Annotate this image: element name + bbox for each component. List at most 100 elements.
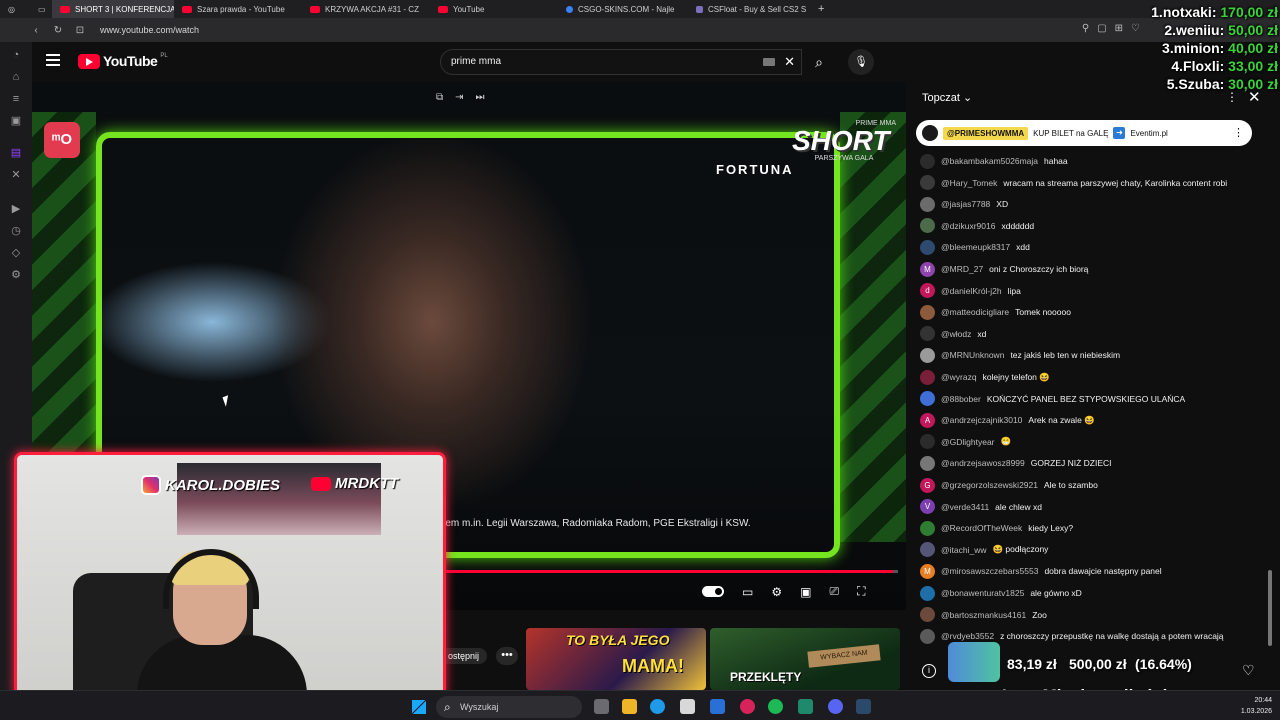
chat-message[interactable]: d @danielKról-j2h lipa bbox=[920, 282, 1021, 300]
tab[interactable]: KRZYWA AKCJA #31 - CZ bbox=[302, 0, 430, 18]
tab-actions-icon[interactable]: ▭ bbox=[30, 0, 52, 18]
chat-message[interactable]: @bartoszmankus4161 Zoo bbox=[920, 606, 1047, 624]
message-author[interactable]: @jasjas7788 bbox=[941, 199, 990, 209]
pin-icon[interactable]: ⚲ bbox=[1082, 23, 1089, 34]
avatar[interactable]: d bbox=[920, 283, 935, 299]
chat-message[interactable]: @matteodicigliare Tomek nooooo bbox=[920, 303, 1071, 321]
windows-start-icon[interactable] bbox=[412, 700, 426, 714]
message-author[interactable]: @wyrazq bbox=[941, 372, 977, 382]
chat-message[interactable]: @GDlightyear 😁 bbox=[920, 433, 1011, 451]
chat-message[interactable]: @88bober KOŃCZYĆ PANEL BEZ STYPOWSKIEGO U… bbox=[920, 390, 1185, 408]
more-vert-icon[interactable]: ⋮ bbox=[1233, 126, 1244, 139]
chat-message[interactable]: @bakambakam5026maja hahaa bbox=[920, 152, 1068, 170]
chat-message[interactable]: @MRNUnknown tez jakiś leb ten w niebieski… bbox=[920, 346, 1120, 364]
message-author[interactable]: @danielKról-j2h bbox=[941, 286, 1002, 296]
message-author[interactable]: @itachi_ww bbox=[941, 545, 986, 555]
settings-icon[interactable]: ⚙ bbox=[9, 268, 23, 282]
chat-message[interactable]: @RecordOfTheWeek kiedy Lexy? bbox=[920, 519, 1073, 537]
share-button[interactable]: ostępnij bbox=[440, 648, 488, 664]
message-author[interactable]: @bleemeupk8317 bbox=[941, 242, 1010, 252]
youtube-logo[interactable]: YouTube PL bbox=[78, 53, 168, 69]
subtitles-icon[interactable]: ▭ bbox=[742, 585, 753, 599]
avatar[interactable] bbox=[920, 391, 935, 407]
message-author[interactable]: @bonawenturatv1825 bbox=[941, 588, 1024, 598]
autoplay-toggle[interactable] bbox=[702, 586, 724, 597]
avatar[interactable] bbox=[920, 628, 935, 644]
avatar[interactable] bbox=[920, 347, 935, 363]
discord-icon[interactable] bbox=[828, 699, 843, 714]
message-author[interactable]: @GDlightyear bbox=[941, 437, 995, 447]
search-button[interactable]: ⌕ bbox=[802, 49, 836, 75]
twitch-icon[interactable]: ▤ bbox=[9, 146, 23, 160]
chat-message[interactable]: G @grzegorzolszewski2921 Ale to szambo bbox=[920, 476, 1098, 494]
chat-message[interactable]: @włodz xd bbox=[920, 325, 986, 343]
chat-message[interactable]: @jasjas7788 XD bbox=[920, 195, 1008, 213]
message-author[interactable]: @MRNUnknown bbox=[941, 350, 1004, 360]
avatar[interactable] bbox=[920, 218, 935, 234]
search-input[interactable]: prime mma bbox=[451, 56, 501, 67]
more-actions-button[interactable]: ••• bbox=[496, 647, 518, 665]
opera-icon[interactable] bbox=[740, 699, 755, 714]
pinned-message[interactable]: @PRIMESHOWMMA KUP BILET na GALĘ ➜ Eventi… bbox=[916, 120, 1252, 146]
avatar[interactable] bbox=[920, 175, 935, 191]
edge-icon[interactable] bbox=[650, 699, 665, 714]
avatar[interactable] bbox=[920, 542, 935, 558]
url-field[interactable]: www.youtube.com/watch bbox=[100, 25, 199, 35]
new-tab-button[interactable]: + bbox=[810, 0, 832, 18]
heart-icon[interactable]: ♡ bbox=[1242, 662, 1255, 679]
store-icon[interactable] bbox=[680, 699, 695, 714]
info-icon[interactable]: i bbox=[922, 664, 936, 678]
next-icon[interactable]: ⏭ bbox=[476, 92, 485, 103]
browser-menu-icon[interactable]: ◎ bbox=[0, 0, 30, 18]
tab[interactable]: CSFloat - Buy & Sell CS2 S bbox=[688, 0, 810, 18]
layers-icon[interactable]: ≡ bbox=[9, 92, 23, 106]
chat-message[interactable]: @Hary_Tomek wracam na streama parszywej c… bbox=[920, 174, 1227, 192]
app-icon[interactable] bbox=[798, 699, 813, 714]
tab-active[interactable]: SHORT 3 | KONFERENCJA bbox=[52, 0, 174, 18]
avatar[interactable] bbox=[920, 304, 935, 320]
chat-mode-dropdown[interactable]: Topczat ⌄ bbox=[922, 91, 972, 104]
avatar[interactable]: M bbox=[920, 563, 935, 579]
x-icon[interactable]: ✕ bbox=[9, 168, 23, 182]
avatar[interactable] bbox=[920, 585, 935, 601]
fullscreen-icon[interactable]: ⛶ bbox=[857, 584, 865, 599]
avatar[interactable] bbox=[920, 607, 935, 623]
avatar[interactable]: G bbox=[920, 477, 935, 493]
reload-icon[interactable]: ↻ bbox=[50, 25, 66, 36]
avatar[interactable] bbox=[920, 153, 935, 169]
recommended-thumbnail[interactable]: TO BYŁA JEGO MAMA! bbox=[526, 628, 706, 690]
chat-message[interactable]: V @verde3411 ale chlew xd bbox=[920, 498, 1042, 516]
message-author[interactable]: @MRD_27 bbox=[941, 264, 983, 274]
recommended-thumbnail[interactable]: WYBACZ NAM PRZEKLĘTY bbox=[710, 628, 900, 690]
message-author[interactable]: @bartoszmankus4161 bbox=[941, 610, 1026, 620]
clock-icon[interactable]: ◷ bbox=[9, 224, 23, 238]
system-clock[interactable]: 20:44 1.03.2026 bbox=[1212, 695, 1272, 717]
avatar[interactable] bbox=[920, 455, 935, 471]
chat-scrollbar[interactable] bbox=[1268, 570, 1272, 646]
chat-message[interactable]: @dzikuxr9016 xdddddd bbox=[920, 217, 1034, 235]
voice-search-button[interactable]: 🎙 bbox=[848, 49, 874, 75]
message-author[interactable]: @włodz bbox=[941, 329, 971, 339]
menu-icon[interactable] bbox=[46, 54, 60, 66]
avatar[interactable]: A bbox=[920, 412, 935, 428]
chat-message[interactable]: @andrzejsawosz8999 GORZEJ NIŻ DZIECI bbox=[920, 454, 1112, 472]
tab[interactable]: YouTube bbox=[430, 0, 558, 18]
file-explorer-icon[interactable] bbox=[622, 699, 637, 714]
chat-message[interactable]: M @MRD_27 oni z Choroszczy ich biorą bbox=[920, 260, 1088, 278]
message-author[interactable]: @verde3411 bbox=[941, 502, 989, 512]
message-author[interactable]: @andrzejczajnik3010 bbox=[941, 415, 1022, 425]
avatar[interactable] bbox=[920, 196, 935, 212]
cube-icon[interactable]: ◇ bbox=[9, 246, 23, 260]
back-icon[interactable]: ‹ bbox=[28, 25, 44, 36]
chat-message[interactable]: @itachi_ww 😆 podłączony bbox=[920, 541, 1048, 559]
search-box[interactable]: prime mma ✕ bbox=[440, 49, 802, 75]
player-icon[interactable]: ▶ bbox=[9, 202, 23, 216]
steam-icon[interactable] bbox=[856, 699, 871, 714]
task-view-icon[interactable] bbox=[594, 699, 609, 714]
miniplayer-icon[interactable]: ⧉ bbox=[436, 92, 443, 103]
message-author[interactable]: @Hary_Tomek bbox=[941, 178, 997, 188]
chat-message[interactable]: @bonawenturatv1825 ale gówno xD bbox=[920, 584, 1082, 602]
message-author[interactable]: @andrzejsawosz8999 bbox=[941, 458, 1025, 468]
bag-icon[interactable]: ⌂ bbox=[9, 70, 23, 84]
message-author[interactable]: @dzikuxr9016 bbox=[941, 221, 995, 231]
